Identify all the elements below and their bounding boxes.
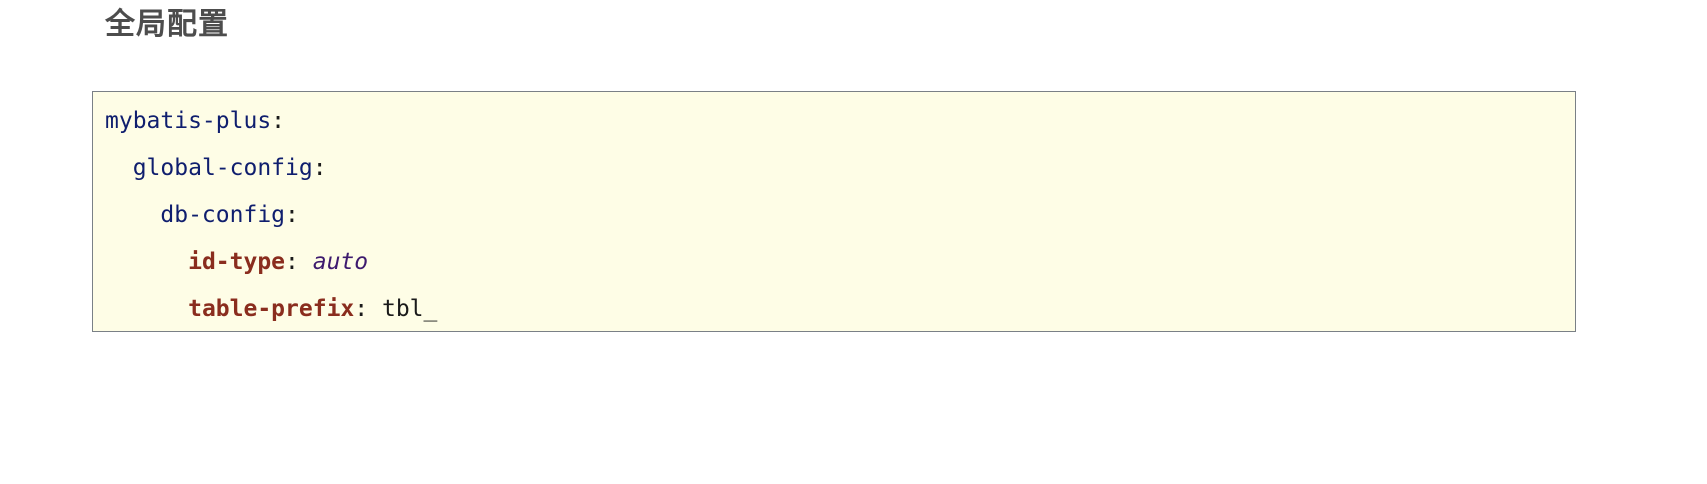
yaml-separator: : — [285, 202, 299, 228]
yaml-separator: : — [354, 296, 382, 322]
yaml-key: id-type — [188, 249, 286, 275]
yaml-key: db-config — [160, 202, 286, 228]
yaml-key: global-config — [132, 155, 313, 181]
yaml-value: tbl_ — [381, 296, 438, 322]
yaml-key: mybatis-plus — [105, 108, 272, 134]
yaml-key: table-prefix — [188, 296, 355, 322]
code-line: mybatis-plus: — [105, 104, 1575, 151]
yaml-separator: : — [285, 249, 313, 275]
yaml-code-block: mybatis-plus: global-config: db-config: … — [92, 91, 1576, 332]
section-heading: 全局配置 — [105, 7, 229, 42]
code-line: global-config: — [105, 151, 1575, 198]
code-line: id-type: auto — [105, 245, 1575, 292]
code-line: db-config: — [105, 198, 1575, 245]
code-line: table-prefix: tbl_ — [105, 292, 1575, 339]
yaml-separator: : — [312, 155, 327, 181]
document-page: 全局配置 mybatis-plus: global-config: db-con… — [0, 0, 1707, 484]
yaml-value: auto — [312, 249, 369, 275]
yaml-separator: : — [271, 108, 286, 134]
